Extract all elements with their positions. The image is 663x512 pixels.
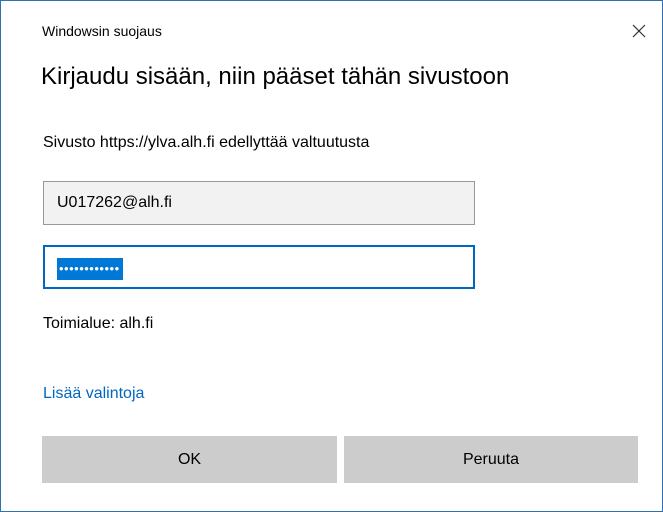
credential-dialog: Windowsin suojaus Kirjaudu sisään, niin … <box>0 0 663 512</box>
ok-button[interactable]: OK <box>42 436 337 483</box>
close-button[interactable] <box>625 17 653 45</box>
username-field[interactable] <box>43 181 475 225</box>
domain-label: Toimialue: alh.fi <box>43 315 154 332</box>
password-mask: •••••••••••• <box>57 258 123 280</box>
close-icon <box>632 24 646 38</box>
more-options-link[interactable]: Lisää valintoja <box>43 385 144 403</box>
dialog-heading: Kirjaudu sisään, niin pääset tähän sivus… <box>41 63 510 90</box>
window-title: Windowsin suojaus <box>42 23 162 39</box>
password-field[interactable]: •••••••••••• <box>43 245 475 289</box>
cancel-button[interactable]: Peruuta <box>344 436 638 483</box>
site-message: Sivusto https://ylva.alh.fi edellyttää v… <box>43 134 370 151</box>
